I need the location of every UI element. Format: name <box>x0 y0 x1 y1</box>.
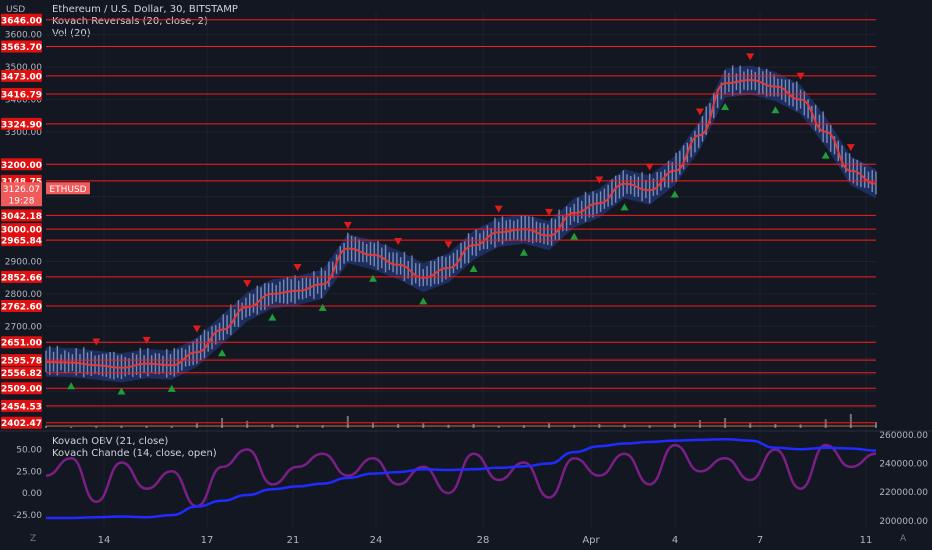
obv-tick-label: 220000.00 <box>879 488 928 498</box>
chande-tick-label: 50.00 <box>16 445 42 455</box>
level-badge-label: 2509.00 <box>1 385 42 395</box>
reversal-up-marker <box>670 190 679 198</box>
chande-line <box>45 443 877 508</box>
reversal-up-marker <box>268 313 277 321</box>
level-badge-label: 2556.82 <box>1 369 42 379</box>
x-tick-label: Apr <box>582 535 600 546</box>
volume-bar <box>95 426 98 428</box>
reversal-up-marker <box>519 248 528 256</box>
volume-bar <box>824 419 827 428</box>
volume-bar <box>170 426 173 428</box>
level-badge-label: 3324.90 <box>1 120 42 130</box>
volatility-band <box>46 65 876 383</box>
reversal-down-marker <box>645 163 654 171</box>
x-tick-label: 17 <box>201 535 214 546</box>
reversal-down-marker <box>846 144 855 152</box>
reversal-down-marker <box>293 263 302 271</box>
reversal-up-marker <box>721 102 730 110</box>
reversal-up-marker <box>318 303 327 311</box>
y-tick-label: 2900.00 <box>5 258 42 268</box>
reversal-down-marker <box>343 221 352 229</box>
reversal-down-marker <box>545 208 554 216</box>
reversal-markers <box>67 53 855 395</box>
reversal-up-marker <box>620 203 629 211</box>
obv-tick-label: 240000.00 <box>879 460 928 470</box>
level-badge-label: 3200.00 <box>1 161 42 171</box>
level-badge-label: 3416.79 <box>1 91 42 101</box>
symbol-badge-label: ETHUSD <box>49 185 86 195</box>
obv-tick-label: 260000.00 <box>879 431 928 441</box>
level-badge-label: 3473.00 <box>1 72 42 82</box>
level-badge-label: 2595.78 <box>1 357 42 367</box>
reversal-down-marker <box>394 238 403 246</box>
reversal-down-marker <box>243 280 252 288</box>
chande-tick-label: 25.00 <box>16 467 42 477</box>
reversal-down-marker <box>494 205 503 213</box>
x-tick-label: 11 <box>860 535 873 546</box>
reversal-up-marker <box>218 349 227 357</box>
price-candles <box>45 65 877 380</box>
reversal-down-marker <box>746 53 755 61</box>
level-badge-label: 2852.66 <box>1 273 42 283</box>
reversal-line-path <box>45 78 877 369</box>
reversal-up-marker <box>771 106 780 114</box>
x-tick-label: 21 <box>287 535 300 546</box>
x-tick-label: 14 <box>98 535 111 546</box>
footer-right[interactable]: A <box>900 534 906 544</box>
reversal-down-marker <box>444 241 453 249</box>
reversal-line <box>45 78 877 369</box>
obv-line <box>46 437 877 520</box>
level-badge-label: 3646.00 <box>1 16 42 26</box>
level-badge-label: 2651.00 <box>1 339 42 349</box>
level-badge-label: 2762.60 <box>1 303 42 313</box>
lower-pane <box>45 437 877 520</box>
level-badge-label: 2402.47 <box>1 419 42 429</box>
reversal-down-marker <box>192 325 201 333</box>
x-tick-label: 7 <box>757 535 763 546</box>
reversal-up-marker <box>469 264 478 272</box>
chande-tick-label: 0.00 <box>22 489 42 499</box>
level-badge-label: 3563.70 <box>1 43 42 53</box>
footer-left[interactable]: Z <box>30 534 36 544</box>
reversal-up-marker <box>419 297 428 305</box>
level-badge-label: 2454.53 <box>1 402 42 412</box>
chart-canvas[interactable]: 1417212428Apr47112450.002500.002550.0026… <box>0 0 932 550</box>
volume-bar <box>70 426 73 428</box>
reversal-down-marker <box>695 108 704 116</box>
y-tick-label: 2800.00 <box>5 290 42 300</box>
chande-tick-label: -25.00 <box>13 511 42 521</box>
x-tick-label: 4 <box>672 535 678 546</box>
y-tick-label: 2700.00 <box>5 322 42 332</box>
obv-tick-label: 200000.00 <box>879 517 928 527</box>
x-tick-label: 24 <box>370 535 383 546</box>
x-tick-label: 28 <box>477 535 490 546</box>
current-price-label: 3126.07 <box>3 185 40 195</box>
volume-bars <box>45 414 877 428</box>
volume-bar <box>698 420 701 428</box>
reversal-up-marker <box>570 232 579 240</box>
level-badge-label: 3000.00 <box>1 226 42 236</box>
reversal-up-marker <box>821 151 830 159</box>
volume-bar <box>246 420 249 428</box>
chart-window: USD Ethereum / U.S. Dollar, 30, BITSTAMP… <box>0 0 932 550</box>
reversal-up-marker <box>67 382 76 390</box>
volatility-band-area <box>46 65 876 383</box>
current-price-countdown: 19:28 <box>9 196 35 206</box>
reversal-down-marker <box>595 176 604 184</box>
y-tick-label: 3600.00 <box>5 31 42 41</box>
level-badge-label: 3042.18 <box>1 212 42 222</box>
level-badge-label: 2965.84 <box>1 237 42 247</box>
